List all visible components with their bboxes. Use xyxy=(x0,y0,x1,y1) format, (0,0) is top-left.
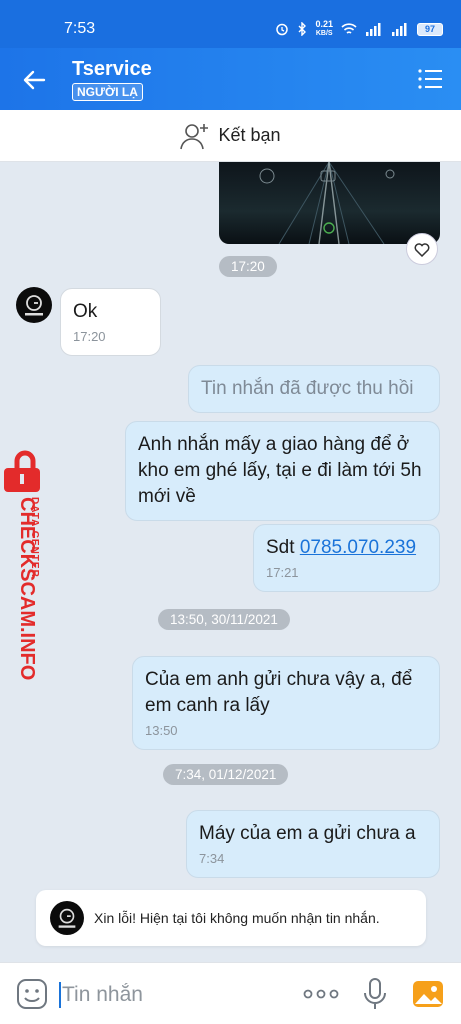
status-time: 7:53 xyxy=(64,20,96,37)
more-options-icon[interactable] xyxy=(302,981,340,1007)
microphone-icon[interactable] xyxy=(362,977,388,1011)
watermark-line1: DATA CENTER xyxy=(29,497,40,578)
avatar[interactable] xyxy=(16,287,52,323)
gigabyte-logo-icon xyxy=(58,908,76,928)
chat-area[interactable]: 17:20 Ok 17:20 Tin nhắn đã được thu hồi … xyxy=(0,162,461,962)
message-time: 7:34 xyxy=(199,851,225,866)
status-bar: 7:53 0.21 KB/S 97 xyxy=(0,0,461,48)
heart-icon xyxy=(414,242,430,257)
back-arrow-icon[interactable] xyxy=(18,64,50,96)
phone-link[interactable]: 0785.070.239 xyxy=(300,537,416,558)
checkscam-watermark: CHECKSCAM.INFO DATA CENTER xyxy=(0,450,50,680)
lock-icon xyxy=(4,450,40,492)
photo-icon[interactable] xyxy=(412,978,444,1010)
message-time: 17:20 xyxy=(73,329,106,344)
chat-header: Tservice NGƯỜI LẠ xyxy=(0,48,461,110)
gigabyte-logo-icon xyxy=(25,295,43,316)
message-text: Ok xyxy=(73,301,98,322)
status-icons: 0.21 KB/S 97 xyxy=(275,20,443,38)
watermark-text: CHECKSCAM.INFO DATA CENTER xyxy=(16,497,40,680)
outgoing-message[interactable]: Anh nhắn mấy a giao hàng để ở kho em ghé… xyxy=(125,421,440,521)
message-text: Anh nhắn mấy a giao hàng để ở kho em ghé… xyxy=(138,434,422,507)
text-caret xyxy=(59,982,61,1008)
battery-icon: 97 xyxy=(417,22,443,36)
outgoing-message[interactable]: Máy của em a gửi chưa a 7:34 xyxy=(186,810,440,878)
add-friend-icon xyxy=(180,123,209,149)
notice-avatar xyxy=(50,901,84,935)
notice-text: Xin lỗi! Hiện tại tôi không muốn nhận ti… xyxy=(94,910,380,926)
wifi-icon xyxy=(341,22,357,34)
message-input-bar xyxy=(0,962,461,1024)
outgoing-message[interactable]: Của em anh gửi chưa vậy a, để em canh ra… xyxy=(132,656,440,750)
image-message[interactable] xyxy=(219,162,440,244)
bluetooth-icon xyxy=(298,22,307,36)
message-time: 17:21 xyxy=(266,565,299,580)
message-text: Máy của em a gửi chưa a xyxy=(199,823,416,844)
image-time-badge: 17:20 xyxy=(219,256,277,277)
heart-react-button[interactable] xyxy=(406,233,438,265)
incoming-message[interactable]: Ok 17:20 xyxy=(60,288,161,356)
add-friend-bar[interactable]: Kết bạn xyxy=(0,110,461,162)
date-divider: 13:50, 30/11/2021 xyxy=(158,609,290,630)
network-speed: 0.21 KB/S xyxy=(315,19,333,38)
stranger-badge: NGƯỜI LẠ xyxy=(72,83,143,101)
message-text: Tin nhắn đã được thu hồi xyxy=(201,378,414,399)
date-divider: 7:34, 01/12/2021 xyxy=(163,764,289,785)
recalled-message[interactable]: Tin nhắn đã được thu hồi xyxy=(188,365,440,413)
contact-name[interactable]: Tservice xyxy=(72,58,152,81)
add-friend-label: Kết bạn xyxy=(218,125,281,145)
message-text: Sdt 0785.070.239 xyxy=(266,537,417,558)
message-text: Của em anh gửi chưa vậy a, để em canh ra… xyxy=(145,669,413,716)
outgoing-message[interactable]: Sdt 0785.070.239 17:21 xyxy=(253,524,440,592)
sticker-icon[interactable] xyxy=(16,978,48,1010)
alarm-icon xyxy=(276,23,289,36)
signal-icon-2 xyxy=(392,22,407,36)
message-time: 13:50 xyxy=(145,723,178,738)
menu-icon[interactable] xyxy=(417,66,443,92)
signal-icon xyxy=(366,22,381,36)
message-input[interactable] xyxy=(62,980,282,1010)
block-notice: Xin lỗi! Hiện tại tôi không muốn nhận ti… xyxy=(36,890,426,946)
road-image xyxy=(259,162,395,244)
